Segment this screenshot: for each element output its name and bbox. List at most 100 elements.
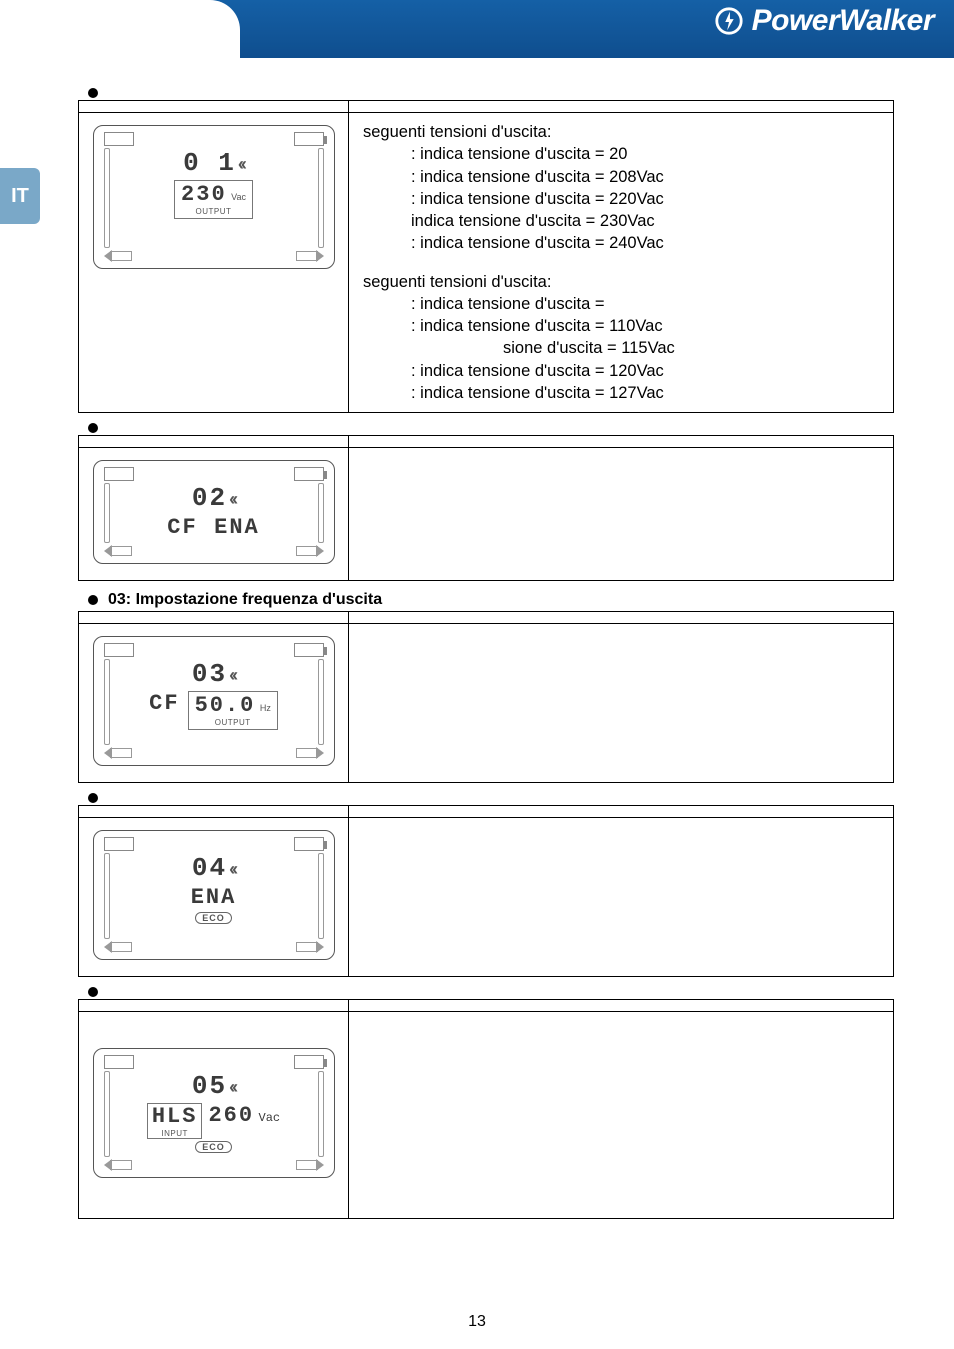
lcd-unit: Vac	[259, 1111, 281, 1125]
lcd-top: 0 1	[183, 148, 236, 178]
lcd-left: CF	[167, 515, 197, 540]
desc-line: : indica tensione d'uscita = 220Vac	[363, 188, 879, 210]
description-cell	[349, 448, 894, 581]
lcd-display: 04‹‹ ENA ECO	[93, 830, 335, 960]
arrow-right-icon	[296, 545, 324, 557]
lcd-left: CF	[149, 691, 179, 716]
lcd-unit: Hz	[260, 703, 271, 713]
plug-icon	[104, 837, 134, 851]
lcd-top: 02	[192, 483, 227, 513]
setting-table: 04‹‹ ENA ECO	[78, 805, 894, 977]
desc-line	[363, 255, 879, 271]
desc-line: seguenti tensioni d'uscita:	[363, 271, 879, 293]
arrow-left-icon	[104, 941, 132, 953]
battery-icon	[294, 837, 324, 851]
section-heading: 03: Impostazione frequenza d'uscita	[108, 591, 382, 609]
page-content: 0 1‹‹ 230 Vac OUTPUT	[0, 58, 954, 1219]
lcd-cell: 0 1‹‹ 230 Vac OUTPUT	[79, 113, 349, 413]
lcd-left-sublabel: INPUT	[152, 1129, 198, 1138]
chevron-icon: ‹‹	[229, 1077, 235, 1097]
lcd-value-box: 230 Vac OUTPUT	[174, 180, 253, 219]
eco-badge: ECO	[195, 912, 232, 924]
desc-line: : indica tensione d'uscita = 120Vac	[363, 360, 879, 382]
level-bar-left	[104, 1071, 110, 1157]
battery-icon	[294, 132, 324, 146]
desc-line: : indica tensione d'uscita = 20	[363, 143, 879, 165]
setting-table: 03‹‹ CF 50.0 Hz OUTPUT	[78, 611, 894, 783]
description-cell	[349, 624, 894, 783]
setting-table: 02‹‹ CF ENA	[78, 435, 894, 581]
language-code: IT	[11, 185, 29, 208]
bullet-icon	[88, 423, 98, 433]
lcd-value: ENA	[191, 885, 237, 910]
lcd-left: HLS	[152, 1104, 198, 1129]
lcd-value-box: 50.0 Hz OUTPUT	[188, 691, 278, 730]
description-cell: seguenti tensioni d'uscita: : indica ten…	[349, 113, 894, 413]
lcd-top: 05	[192, 1071, 227, 1101]
description-cell	[349, 1012, 894, 1219]
bullet-icon	[88, 595, 98, 605]
level-bar-right	[318, 483, 324, 543]
plug-icon	[104, 132, 134, 146]
bullet-icon	[88, 88, 98, 98]
lcd-cell: 04‹‹ ENA ECO	[79, 818, 349, 977]
plug-icon	[104, 643, 134, 657]
plug-icon	[104, 1055, 134, 1069]
battery-icon	[294, 643, 324, 657]
section-bullet-row	[88, 88, 894, 98]
lcd-top: 04	[192, 853, 227, 883]
arrow-right-icon	[296, 941, 324, 953]
lcd-value: ENA	[214, 515, 260, 540]
description-cell	[349, 818, 894, 977]
desc-line: indica tensione d'uscita = 230Vac	[363, 210, 879, 232]
level-bar-left	[104, 483, 110, 543]
section-bullet-row	[88, 423, 894, 433]
chevron-icon: ‹‹	[238, 154, 244, 174]
lcd-value: 50.0	[195, 693, 256, 718]
header-left-curve	[0, 0, 240, 58]
lcd-display: 0 1‹‹ 230 Vac OUTPUT	[93, 125, 335, 269]
arrow-left-icon	[104, 250, 132, 262]
lcd-cell: 05‹‹ HLS INPUT 260 V	[79, 1012, 349, 1219]
lcd-display: 05‹‹ HLS INPUT 260 V	[93, 1048, 335, 1178]
chevron-icon: ‹‹	[229, 859, 235, 879]
section-bullet-row	[88, 987, 894, 997]
level-bar-left	[104, 148, 110, 248]
eco-badge: ECO	[195, 1141, 232, 1153]
lcd-sublabel: OUTPUT	[181, 207, 246, 216]
section-bullet-row: 03: Impostazione frequenza d'uscita	[88, 591, 894, 609]
arrow-left-icon	[104, 747, 132, 759]
level-bar-right	[318, 853, 324, 939]
lcd-cell: 03‹‹ CF 50.0 Hz OUTPUT	[79, 624, 349, 783]
desc-line: : indica tensione d'uscita = 240Vac	[363, 232, 879, 254]
language-tab: IT	[0, 168, 40, 224]
lcd-value: 230	[181, 182, 227, 207]
bullet-icon	[88, 987, 98, 997]
arrow-left-icon	[104, 545, 132, 557]
setting-table: 0 1‹‹ 230 Vac OUTPUT	[78, 100, 894, 413]
desc-line: sione d'uscita = 115Vac	[363, 337, 879, 359]
brand-logo: PowerWalker	[714, 4, 934, 38]
battery-icon	[294, 1055, 324, 1069]
level-bar-right	[318, 148, 324, 248]
lcd-sublabel: OUTPUT	[195, 718, 271, 727]
bullet-icon	[88, 793, 98, 803]
lcd-display: 03‹‹ CF 50.0 Hz OUTPUT	[93, 636, 335, 766]
level-bar-right	[318, 1071, 324, 1157]
section-bullet-row	[88, 793, 894, 803]
arrow-right-icon	[296, 747, 324, 759]
desc-line: : indica tensione d'uscita = 110Vac	[363, 315, 879, 337]
arrow-left-icon	[104, 1159, 132, 1171]
power-icon	[714, 6, 744, 36]
level-bar-left	[104, 659, 110, 745]
page-number: 13	[0, 1313, 954, 1331]
level-bar-right	[318, 659, 324, 745]
page-header: PowerWalker	[0, 0, 954, 58]
lcd-cell: 02‹‹ CF ENA	[79, 448, 349, 581]
battery-icon	[294, 467, 324, 481]
arrow-right-icon	[296, 1159, 324, 1171]
desc-line: : indica tensione d'uscita =	[363, 293, 879, 315]
lcd-unit: Vac	[231, 192, 246, 202]
brand-text: PowerWalker	[752, 4, 934, 38]
lcd-value: 260	[208, 1103, 254, 1128]
